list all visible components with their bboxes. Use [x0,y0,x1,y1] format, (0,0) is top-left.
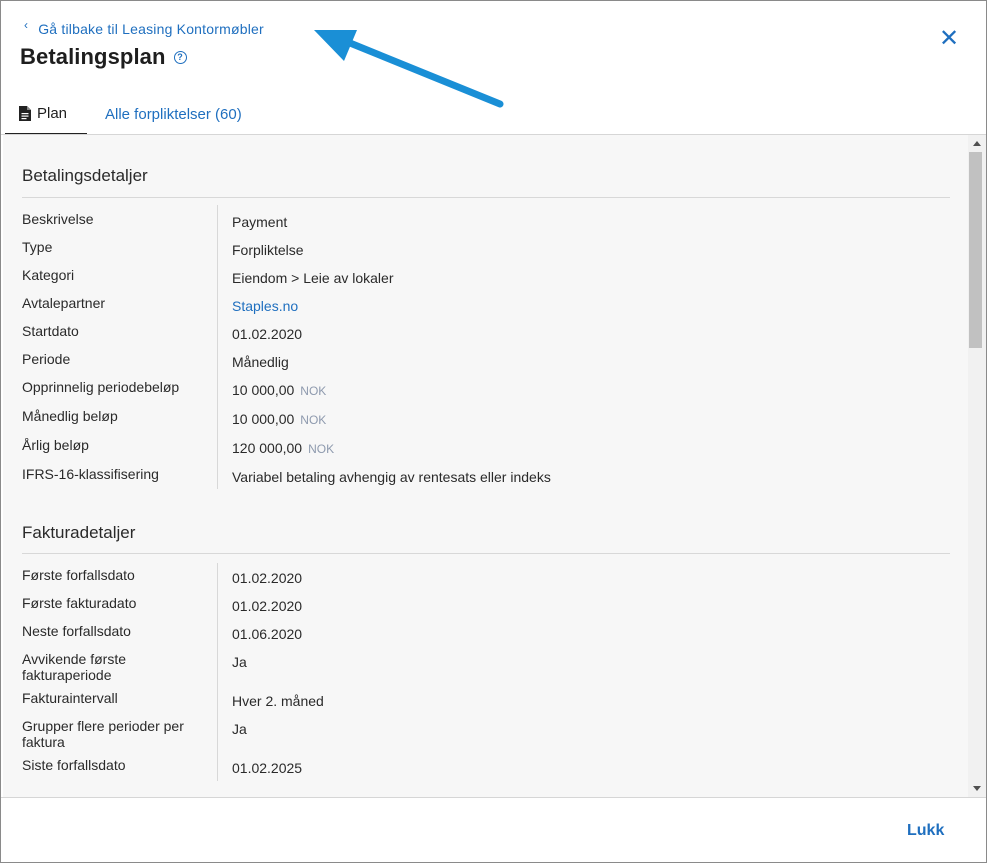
payment-details-title: Betalingsdetaljer [22,166,148,185]
label-ifrs16-classification: IFRS-16-klassifisering [22,466,159,482]
payment-details-column-divider [217,205,218,489]
value-deviating-first-period: Ja [232,654,247,670]
value-invoice-interval: Hver 2. måned [232,693,324,709]
currency-label: NOK [300,384,327,398]
tab-all-commitments[interactable]: Alle forpliktelser (60) [105,93,242,135]
invoice-details-title: Fakturadetaljer [22,523,136,542]
value-start-date: 01.02.2020 [232,326,303,342]
value-period: Månedlig [232,354,289,370]
scroll-down-icon[interactable] [973,786,981,791]
label-annual-amount: Årlig beløp [22,437,89,453]
tab-all-commitments-label: Alle forpliktelser (60) [105,105,242,123]
value-first-invoice-date: 01.02.2020 [232,598,303,614]
label-monthly-amount: Månedlig beløp [22,408,118,424]
value-annual-amount: 120 000,00 NOK [232,440,334,457]
currency-label: NOK [308,442,335,456]
value-monthly-amount: 10 000,00 NOK [232,411,326,428]
tab-plan[interactable]: Plan [5,93,87,135]
label-next-due-date: Neste forfallsdato [22,623,131,639]
label-first-invoice-date: Første fakturadato [22,595,137,611]
chevron-left-icon: ‹ [24,18,29,32]
label-start-date: Startdato [22,323,79,339]
label-partner: Avtalepartner [22,295,106,311]
scroll-up-icon[interactable] [973,141,981,146]
close-icon[interactable]: ✕ [937,27,961,51]
dialog-footer: Lukk [1,798,986,862]
scrollbar-thumb[interactable] [969,152,982,348]
invoice-details-column-divider [217,563,218,781]
document-icon [19,105,31,121]
dialog-header: ‹ Gå tilbake til Leasing Kontormøbler Be… [1,1,986,135]
close-button[interactable]: Lukk [907,822,944,840]
back-link-label: Gå tilbake til Leasing Kontormøbler [38,21,264,37]
value-last-due-date: 01.02.2025 [232,760,303,776]
value-ifrs16-classification: Variabel betaling avhengig av rentesats … [232,469,551,485]
tab-bar: Plan Alle forpliktelser (60) [5,93,242,135]
value-first-due-date: 01.02.2020 [232,570,303,586]
vertical-scrollbar[interactable] [968,135,986,797]
title-row: Betalingsplan ? [20,44,187,70]
value-group-periods: Ja [232,721,247,737]
partner-link[interactable]: Staples.no [232,298,298,314]
invoice-details-divider [22,553,950,554]
label-invoice-interval: Fakturaintervall [22,690,118,706]
amount: 10 000,00 [232,411,295,427]
value-original-period-amount: 10 000,00 NOK [232,382,326,399]
label-period: Periode [22,351,71,367]
value-category: Eiendom > Leie av lokaler [232,270,394,286]
label-first-due-date: Første forfallsdato [22,567,135,583]
value-next-due-date: 01.06.2020 [232,626,303,642]
label-group-periods: Grupper flere perioder per faktura [22,718,184,750]
tab-plan-label: Plan [37,104,68,122]
page-title: Betalingsplan [20,44,166,69]
back-link[interactable]: ‹ Gå tilbake til Leasing Kontormøbler [24,18,264,37]
label-last-due-date: Siste forfallsdato [22,757,126,773]
value-type: Forpliktelse [232,242,304,258]
dialog-content: Betalingsdetaljer Beskrivelse Payment Ty… [3,135,968,797]
label-original-period-amount: Opprinnelig periodebeløp [22,379,180,395]
label-type: Type [22,239,53,255]
value-description: Payment [232,214,288,230]
label-description: Beskrivelse [22,211,94,227]
payment-details-divider [22,197,950,198]
label-deviating-first-period: Avvikende første fakturaperiode [22,651,127,683]
help-icon[interactable]: ? [173,50,187,64]
amount: 120 000,00 [232,440,303,456]
payment-plan-dialog: ‹ Gå tilbake til Leasing Kontormøbler Be… [0,0,987,863]
label-category: Kategori [22,267,75,283]
amount: 10 000,00 [232,382,295,398]
currency-label: NOK [300,413,327,427]
